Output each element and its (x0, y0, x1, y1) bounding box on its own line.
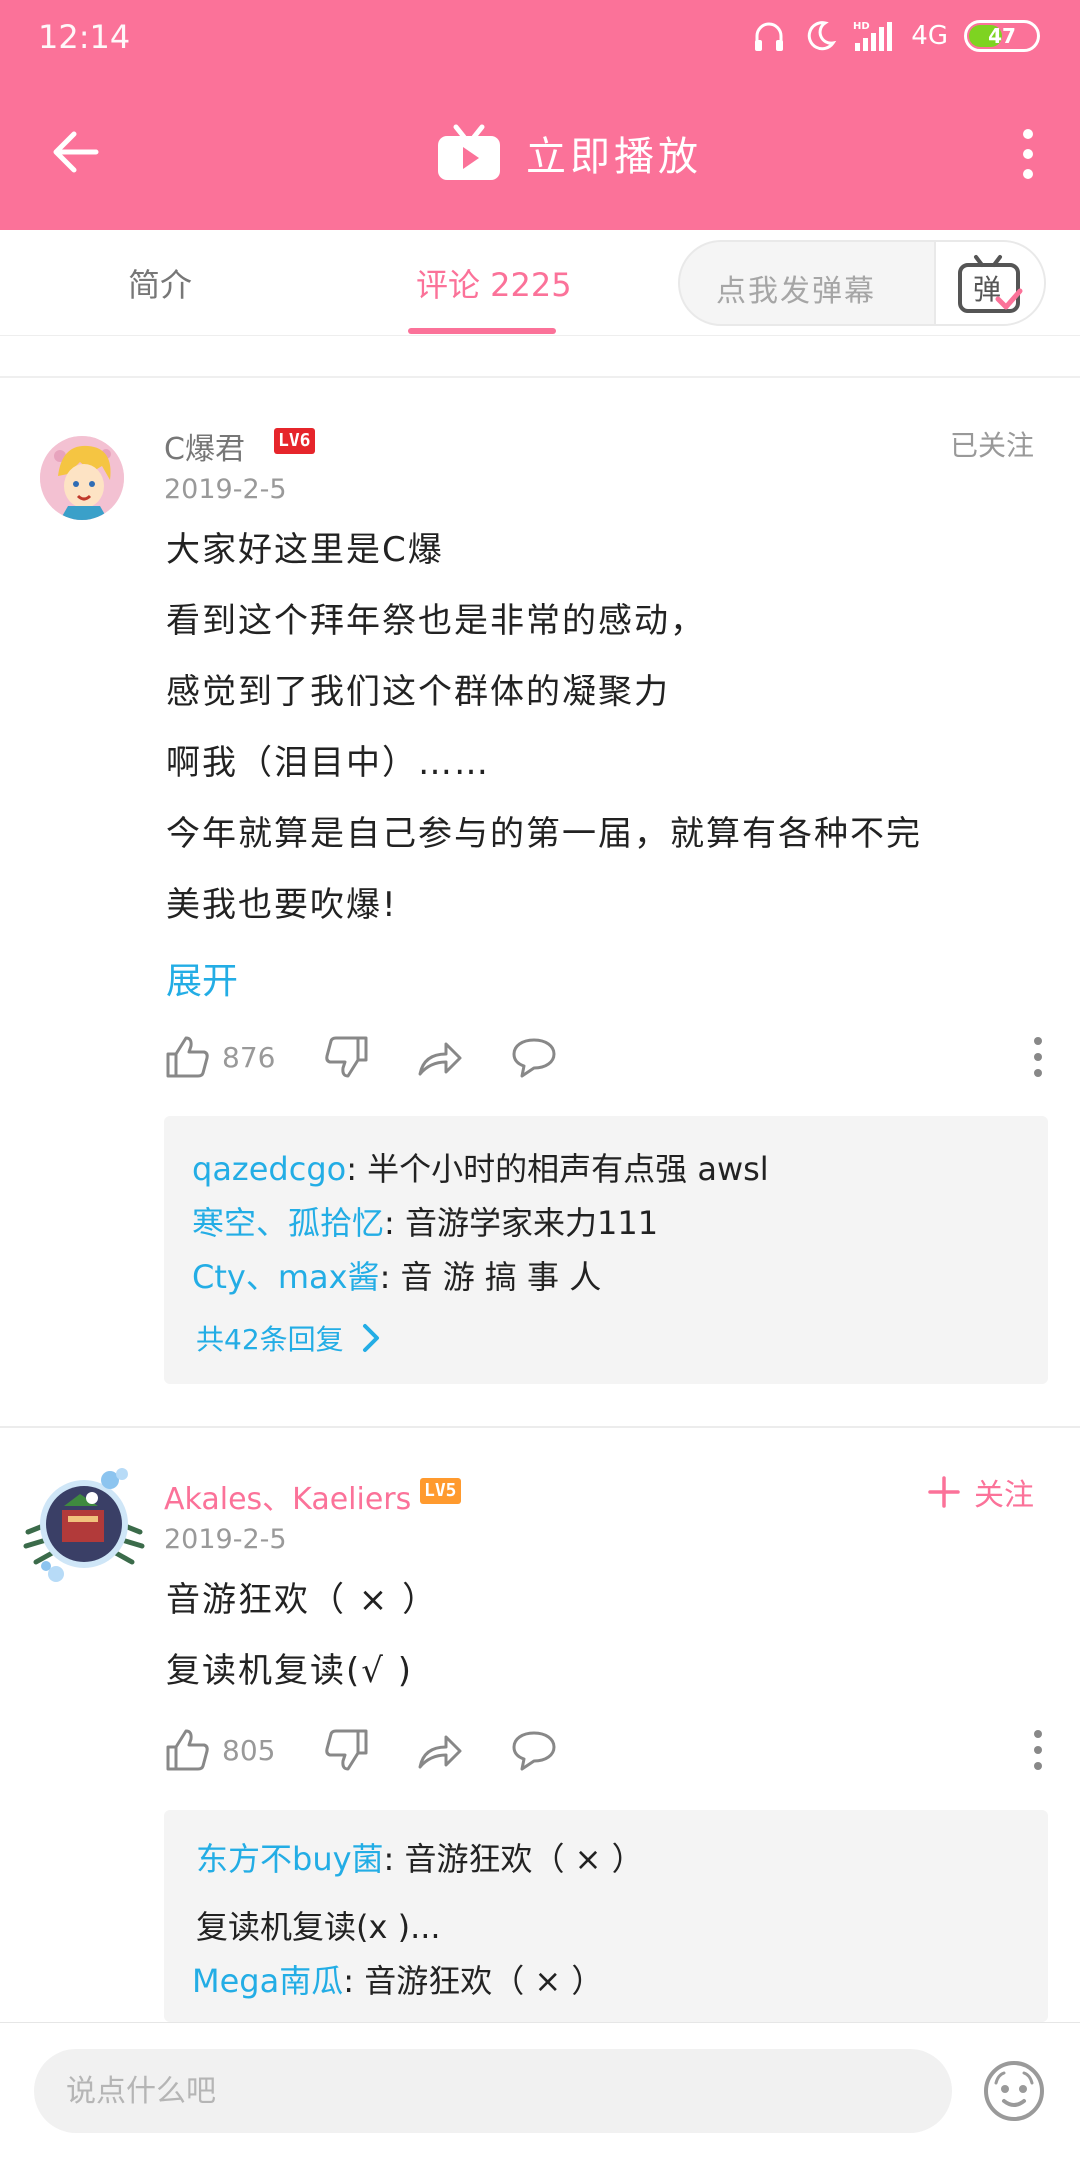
reply-text: : 音游狂欢（ × ） (343, 1962, 604, 2000)
comment-body: 音游狂欢（ × ） 复读机复读(√ ) (166, 1565, 1036, 1707)
comment-more-icon[interactable] (1032, 1035, 1044, 1079)
tv-play-icon (438, 124, 500, 180)
reply-user[interactable]: Cty、max酱 (192, 1258, 380, 1296)
chevron-right-icon (362, 1324, 379, 1352)
follow-button[interactable]: 关注 (928, 1470, 1034, 1514)
comment-username[interactable]: Akales、Kaeliers (164, 1474, 411, 1518)
more-vertical-icon[interactable] (1016, 126, 1040, 182)
comment-line: 感觉到了我们这个群体的凝聚力 (166, 672, 670, 712)
share-icon (418, 1735, 462, 1769)
dislike-button[interactable] (324, 1027, 370, 1087)
tab-intro[interactable]: 简介 (128, 260, 192, 306)
share-button[interactable] (416, 1027, 464, 1087)
section-divider (0, 376, 1080, 378)
play-now-button[interactable]: 立即播放 (436, 118, 702, 188)
danmaku-tv-icon: 弹 (958, 255, 1023, 313)
like-button[interactable]: 805 (164, 1720, 275, 1780)
like-count: 876 (222, 1040, 276, 1074)
thumbs-up-icon (166, 1036, 209, 1078)
reply-button[interactable] (510, 1027, 558, 1087)
level-badge: LV5 (420, 1478, 461, 1504)
network-label: 4G (911, 21, 948, 51)
reply-user[interactable]: Mega南瓜 (192, 1962, 343, 2000)
reply-item[interactable]: Mega南瓜: 音游狂欢（ × ） (192, 1956, 603, 2002)
dislike-button[interactable] (324, 1720, 370, 1780)
danmaku-send-button[interactable]: 弹 (934, 242, 1044, 324)
reply-preview-box[interactable]: qazedcgo: 半个小时的相声有点强 awsl 寒空、孤拾忆: 音游学家来力… (164, 1116, 1048, 1384)
share-icon (418, 1042, 462, 1076)
comment-date: 2019-2-5 (164, 1524, 287, 1555)
view-all-replies[interactable]: 共42条回复 (196, 1318, 380, 1358)
active-tab-indicator (408, 328, 556, 334)
battery-icon: 47 (964, 20, 1040, 52)
thumbs-down-icon (325, 1036, 368, 1078)
tab-bar: 简介 评论 2225 点我发弹幕 弹 (0, 230, 1080, 336)
reply-text: : 音 游 搞 事 人 (379, 1258, 602, 1296)
reply-text: : 半个小时的相声有点强 awsl (346, 1150, 769, 1188)
like-button[interactable]: 876 (164, 1027, 275, 1087)
app-header: 12:14 HD 4G 47 立即播放 (0, 0, 1080, 230)
comment-bubble-icon (512, 1038, 556, 1078)
comment-more-icon[interactable] (1032, 1728, 1044, 1772)
comment-input[interactable] (34, 2049, 952, 2133)
reply-item[interactable]: 寒空、孤拾忆: 音游学家来力111 (192, 1198, 658, 1244)
level-badge: LV6 (274, 428, 315, 454)
danmaku-placeholder: 点我发弹幕 (716, 274, 876, 309)
comment-line: 啊我（泪目中）…… (166, 743, 490, 783)
thumbs-down-icon (325, 1729, 368, 1771)
status-bar: 12:14 HD 4G 47 (0, 0, 1080, 72)
play-now-label: 立即播放 (526, 134, 702, 180)
user-avatar[interactable] (18, 1454, 150, 1586)
svg-text:HD: HD (853, 21, 870, 32)
headphones-icon (755, 22, 784, 51)
comment-actions: 805 (164, 1720, 1044, 1780)
emoji-icon[interactable] (982, 2059, 1046, 2123)
avatar-frame-illustration (23, 1468, 145, 1582)
comment-line: 美我也要吹爆! (166, 885, 398, 925)
comment-bubble-icon (512, 1731, 556, 1771)
comment-body: 大家好这里是C爆 看到这个拜年祭也是非常的感动， 感觉到了我们这个群体的凝聚力 … (166, 515, 1036, 941)
nav-bar: 立即播放 (0, 92, 1080, 212)
reply-text: 复读机复读(x )... (196, 1908, 441, 1946)
reply-item[interactable]: Cty、max酱: 音 游 搞 事 人 (192, 1252, 601, 1298)
comment-date: 2019-2-5 (164, 474, 287, 505)
reply-button[interactable] (510, 1720, 558, 1780)
reply-text: : 音游学家来力111 (384, 1204, 659, 1242)
reply-preview-box[interactable]: 东方不buy菌: 音游狂欢（ × ） 复读机复读(x )... Mega南瓜: … (164, 1810, 1048, 2022)
comment-actions: 876 (164, 1027, 1044, 1087)
comment-username[interactable]: C爆君 (164, 424, 245, 468)
comment-divider (0, 1426, 1080, 1428)
avatar-illustration (40, 436, 124, 520)
status-icons: HD 4G 47 (751, 16, 1040, 56)
plus-icon (928, 1476, 960, 1508)
back-arrow-icon[interactable] (46, 122, 106, 182)
status-time: 12:14 (38, 18, 131, 56)
share-button[interactable] (416, 1720, 464, 1780)
comment-line: 音游狂欢（ × ） (166, 1580, 439, 1620)
comment-line: 今年就算是自己参与的第一届，就算有各种不完 (166, 814, 922, 854)
follow-label: 关注 (974, 1478, 1034, 1513)
comment-input-bar (0, 2022, 1080, 2160)
user-avatar[interactable] (40, 436, 124, 520)
reply-text: : 音游狂欢（ × ） (383, 1840, 644, 1878)
danmaku-input[interactable]: 点我发弹幕 弹 (678, 240, 1046, 326)
reply-user[interactable]: 寒空、孤拾忆 (192, 1204, 384, 1242)
tab-comments[interactable]: 评论 2225 (416, 260, 572, 306)
reply-user[interactable]: qazedcgo (192, 1150, 346, 1188)
like-count: 805 (222, 1733, 276, 1767)
reply-item[interactable]: qazedcgo: 半个小时的相声有点强 awsl (192, 1144, 769, 1190)
reply-item[interactable]: 东方不buy菌: 音游狂欢（ × ） (196, 1834, 644, 1880)
comment-line: 大家好这里是C爆 (166, 530, 444, 570)
expand-link[interactable]: 展开 (166, 952, 238, 1004)
thumbs-up-icon (166, 1729, 209, 1771)
reply-user[interactable]: 东方不buy菌 (196, 1840, 384, 1878)
reply-count-label: 共42条回复 (196, 1323, 344, 1356)
reply-item[interactable]: 复读机复读(x )... (196, 1902, 441, 1948)
signal-icon: HD (853, 21, 893, 51)
moon-icon (808, 21, 837, 51)
comment-line: 复读机复读(√ ) (166, 1651, 414, 1691)
battery-level: 47 (988, 24, 1016, 48)
comment-line: 看到这个拜年祭也是非常的感动， (166, 601, 706, 641)
followed-label[interactable]: 已关注 (950, 424, 1034, 464)
